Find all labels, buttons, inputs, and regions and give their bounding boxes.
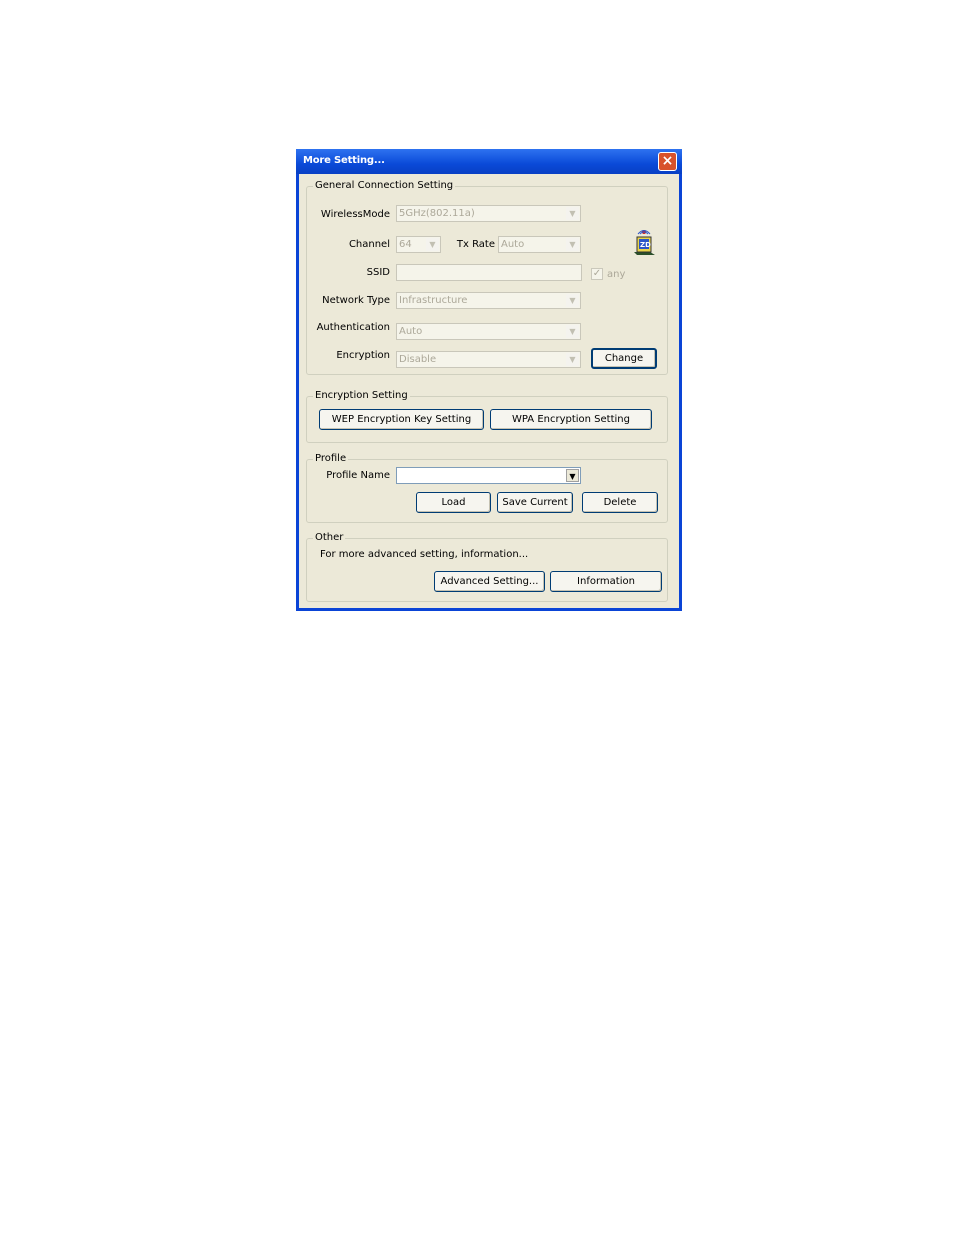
channel-value: 64 [399,239,412,250]
close-icon: × [661,153,674,169]
window-title: More Setting... [303,155,385,166]
any-label: any [607,269,626,280]
zd-wireless-laptop-icon: ZD [634,230,655,255]
information-button[interactable]: Information [550,571,662,592]
encryption-select[interactable]: Disable ▼ [396,351,581,368]
tx-rate-value: Auto [501,239,525,250]
wireless-mode-select[interactable]: 5GHz(802.11a) ▼ [396,205,581,222]
wep-encryption-key-setting-button[interactable]: WEP Encryption Key Setting [319,409,484,430]
channel-select[interactable]: 64 ▼ [396,236,441,253]
encryption-setting-legend: Encryption Setting [313,390,410,402]
profile-legend: Profile [313,453,349,465]
encryption-label: Encryption [336,350,390,361]
tx-rate-select[interactable]: Auto ▼ [498,236,581,253]
close-button[interactable]: × [658,152,677,171]
profile-name-label: Profile Name [326,470,390,481]
authentication-value: Auto [399,326,423,337]
wireless-mode-label: WirelessMode [320,209,390,220]
profile-name-select[interactable]: ▼ [396,467,581,484]
ssid-label: SSID [366,267,390,278]
save-current-button[interactable]: Save Current [497,492,573,513]
authentication-select[interactable]: Auto ▼ [396,323,581,340]
other-description: For more advanced setting, information..… [320,549,529,560]
chevron-down-icon: ▼ [566,238,579,251]
delete-button[interactable]: Delete [582,492,658,513]
wpa-encryption-setting-button[interactable]: WPA Encryption Setting [490,409,652,430]
channel-label: Channel [348,239,390,250]
network-type-label: Network Type [322,295,390,306]
chevron-down-icon: ▼ [566,469,579,482]
load-button[interactable]: Load [416,492,491,513]
chevron-down-icon: ▼ [426,238,439,251]
advanced-setting-button[interactable]: Advanced Setting... [434,571,545,592]
checkmark-icon: ✓ [592,268,602,279]
chevron-down-icon: ▼ [566,207,579,220]
chevron-down-icon: ▼ [566,353,579,366]
network-type-select[interactable]: Infrastructure ▼ [396,292,581,309]
ssid-field[interactable] [396,264,582,281]
other-group: Other [306,532,668,602]
network-type-value: Infrastructure [399,295,468,306]
encryption-value: Disable [399,354,437,365]
wireless-mode-value: 5GHz(802.11a) [399,208,475,219]
change-button[interactable]: Change [591,348,657,369]
title-bar[interactable]: More Setting... × [296,149,682,174]
chevron-down-icon: ▼ [566,325,579,338]
any-checkbox[interactable]: ✓ [591,268,603,280]
other-legend: Other [313,532,346,544]
more-setting-dialog: More Setting... × General Connection Set… [296,149,682,611]
general-connection-legend: General Connection Setting [313,180,456,192]
authentication-label: Authentication [316,322,390,333]
chevron-down-icon: ▼ [566,294,579,307]
tx-rate-label: Tx Rate [456,239,495,250]
dialog-body: General Connection Setting WirelessMode … [299,174,679,608]
svg-text:ZD: ZD [640,241,651,249]
